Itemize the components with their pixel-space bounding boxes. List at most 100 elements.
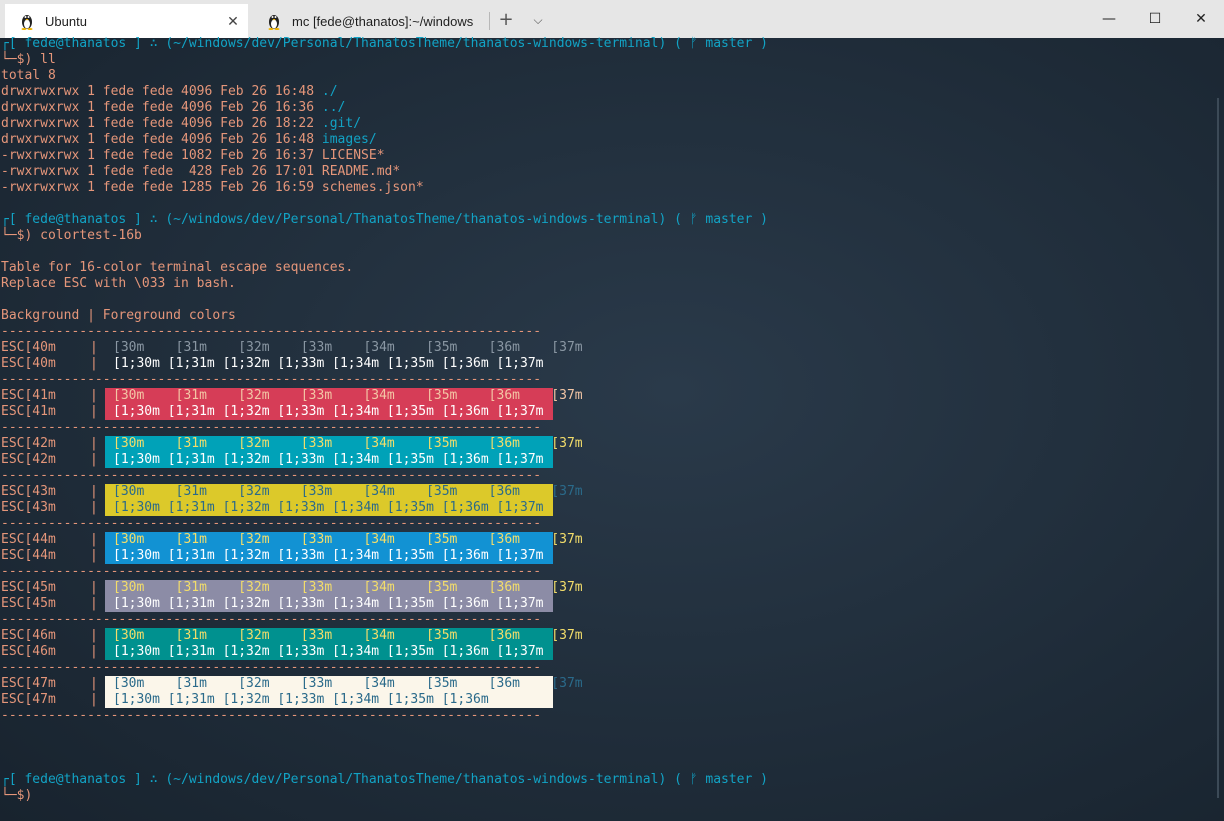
esc-bg-label: ESC[46m xyxy=(1,628,56,643)
terminal-pane[interactable]: ┌[ fede@thanatos ] ∴ (~/windows/dev/Pers… xyxy=(0,36,1224,821)
fg-normal-row: [30m [31m [32m [33m [34m [35m [36m [37m xyxy=(113,340,583,355)
ls-name: .git/ xyxy=(321,116,362,131)
fg-normal-row: [30m [31m [32m [33m [34m [35m [36m [37m xyxy=(113,580,583,595)
esc-bg-label: ESC[43m xyxy=(1,484,56,499)
fg-normal-row: [30m [31m [32m [33m [34m [35m [36m [37m xyxy=(113,532,583,547)
esc-bg-label: ESC[42m xyxy=(1,452,56,467)
esc-bg-label: ESC[45m xyxy=(1,596,56,611)
command-line: └─$) ll xyxy=(1,52,56,67)
column-separator: | xyxy=(90,388,98,403)
ls-row: drwxrwxrwx 1 fede fede 4096 Feb 26 18:22… xyxy=(1,116,361,132)
new-tab-button[interactable]: + xyxy=(494,6,518,34)
command-line: └─$) colortest-16b xyxy=(1,228,142,243)
ls-row: -rwxrwxrwx 1 fede fede 1285 Feb 26 16:59… xyxy=(1,180,424,196)
table-divider: ----------------------------------------… xyxy=(1,420,542,435)
ls-perm: -rwxrwxrwx 1 fede fede 1285 Feb 26 16:59 xyxy=(1,180,322,195)
esc-bg-label: ESC[40m xyxy=(1,340,56,355)
fg-bold-row: [1;30m [1;31m [1;32m [1;33m [1;34m [1;35… xyxy=(113,692,489,707)
fg-bold-row: [1;30m [1;31m [1;32m [1;33m [1;34m [1;35… xyxy=(113,500,544,515)
ls-name: ../ xyxy=(321,100,346,115)
ls-row: drwxrwxrwx 1 fede fede 4096 Feb 26 16:48… xyxy=(1,84,338,100)
column-separator: | xyxy=(90,356,98,371)
column-separator: | xyxy=(90,436,98,451)
ls-perm: -rwxrwxrwx 1 fede fede 428 Feb 26 17:01 xyxy=(1,164,322,179)
esc-bg-label: ESC[45m xyxy=(1,580,56,595)
ls-name: LICENSE* xyxy=(321,148,385,163)
column-separator: | xyxy=(90,644,98,659)
tab-mc[interactable]: mc [fede@thanatos]:~/windows xyxy=(252,4,490,38)
fg-normal-row: [30m [31m [32m [33m [34m [35m [36m [37m xyxy=(113,676,583,691)
minimize-button[interactable]: — xyxy=(1086,0,1132,38)
column-separator: | xyxy=(90,532,98,547)
ls-row: drwxrwxrwx 1 fede fede 4096 Feb 26 16:48… xyxy=(1,132,377,148)
fg-bold-row: [1;30m [1;31m [1;32m [1;33m [1;34m [1;35… xyxy=(113,404,544,419)
esc-bg-label: ESC[43m xyxy=(1,500,56,515)
table-divider: ----------------------------------------… xyxy=(1,324,542,339)
column-separator: | xyxy=(90,484,98,499)
table-divider: ----------------------------------------… xyxy=(1,612,542,627)
fg-bold-row: [1;30m [1;31m [1;32m [1;33m [1;34m [1;35… xyxy=(113,452,544,467)
table-divider: ----------------------------------------… xyxy=(1,660,542,675)
fg-normal-row: [30m [31m [32m [33m [34m [35m [36m [37m xyxy=(113,388,583,403)
command-line: └─$) xyxy=(1,788,33,803)
table-divider: ----------------------------------------… xyxy=(1,516,542,531)
tab-divider xyxy=(489,12,490,30)
output-line: Table for 16-color terminal escape seque… xyxy=(1,260,354,275)
column-separator: | xyxy=(90,596,98,611)
table-divider: ----------------------------------------… xyxy=(1,564,542,579)
output-line: Replace ESC with \033 in bash. xyxy=(1,276,236,291)
column-separator: | xyxy=(90,548,98,563)
ls-name: README.md* xyxy=(321,164,401,179)
fg-normal-row: [30m [31m [32m [33m [34m [35m [36m [37m xyxy=(113,484,583,499)
table-header: Background | Foreground colors xyxy=(1,308,236,323)
linux-tux-icon xyxy=(19,12,35,30)
ls-perm: -rwxrwxrwx 1 fede fede 1082 Feb 26 16:37 xyxy=(1,148,322,163)
ls-perm: drwxrwxrwx 1 fede fede 4096 Feb 26 18:22 xyxy=(1,116,322,131)
ls-row: -rwxrwxrwx 1 fede fede 428 Feb 26 17:01 … xyxy=(1,164,400,180)
ls-perm: drwxrwxrwx 1 fede fede 4096 Feb 26 16:36 xyxy=(1,100,322,115)
fg-normal-row: [30m [31m [32m [33m [34m [35m [36m [37m xyxy=(113,628,583,643)
fg-bold-row: [1;30m [1;31m [1;32m [1;33m [1;34m [1;35… xyxy=(113,548,544,563)
esc-bg-label: ESC[41m xyxy=(1,388,56,403)
fg-bold-row: [1;30m [1;31m [1;32m [1;33m [1;34m [1;35… xyxy=(113,596,544,611)
column-separator: | xyxy=(90,628,98,643)
column-separator: | xyxy=(90,676,98,691)
tab-ubuntu[interactable]: Ubuntu ✕ xyxy=(5,4,248,38)
esc-bg-label: ESC[41m xyxy=(1,404,56,419)
ls-perm: drwxrwxrwx 1 fede fede 4096 Feb 26 16:48 xyxy=(1,84,322,99)
column-separator: | xyxy=(90,692,98,707)
tab-bar: Ubuntu ✕ mc [fede@thanatos]:~/windows + … xyxy=(0,0,1224,38)
column-separator: | xyxy=(90,404,98,419)
column-separator: | xyxy=(90,500,98,515)
esc-bg-label: ESC[44m xyxy=(1,532,56,547)
table-divider: ----------------------------------------… xyxy=(1,468,542,483)
prompt-line: ┌[ fede@thanatos ] ∴ (~/windows/dev/Pers… xyxy=(1,36,768,51)
esc-bg-label: ESC[42m xyxy=(1,436,56,451)
column-separator: | xyxy=(90,452,98,467)
scrollbar[interactable] xyxy=(1217,98,1219,798)
close-window-button[interactable]: ✕ xyxy=(1178,0,1224,38)
ls-perm: drwxrwxrwx 1 fede fede 4096 Feb 26 16:48 xyxy=(1,132,322,147)
esc-bg-label: ESC[40m xyxy=(1,356,56,371)
ls-name: images/ xyxy=(321,132,377,147)
fg-bold-row: [1;30m [1;31m [1;32m [1;33m [1;34m [1;35… xyxy=(113,644,544,659)
table-divider: ----------------------------------------… xyxy=(1,372,542,387)
chevron-down-icon[interactable]: ⌵ xyxy=(526,6,550,34)
ls-row: drwxrwxrwx 1 fede fede 4096 Feb 26 16:36… xyxy=(1,100,345,116)
table-divider: ----------------------------------------… xyxy=(1,708,542,723)
prompt-line: ┌[ fede@thanatos ] ∴ (~/windows/dev/Pers… xyxy=(1,772,768,787)
ls-row: -rwxrwxrwx 1 fede fede 1082 Feb 26 16:37… xyxy=(1,148,385,164)
fg-normal-row: [30m [31m [32m [33m [34m [35m [36m [37m xyxy=(113,436,583,451)
esc-bg-label: ESC[46m xyxy=(1,644,56,659)
linux-tux-icon xyxy=(266,12,282,30)
output-line: total 8 xyxy=(1,68,56,83)
terminal-window: Ubuntu ✕ mc [fede@thanatos]:~/windows + … xyxy=(0,0,1224,821)
maximize-button[interactable]: ☐ xyxy=(1132,0,1178,38)
esc-bg-label: ESC[47m xyxy=(1,692,56,707)
esc-bg-label: ESC[44m xyxy=(1,548,56,563)
prompt-line: ┌[ fede@thanatos ] ∴ (~/windows/dev/Pers… xyxy=(1,212,768,227)
ls-name: schemes.json* xyxy=(321,180,424,195)
esc-bg-label: ESC[47m xyxy=(1,676,56,691)
close-tab-icon[interactable]: ✕ xyxy=(218,13,248,30)
tab-label: Ubuntu xyxy=(45,13,87,29)
